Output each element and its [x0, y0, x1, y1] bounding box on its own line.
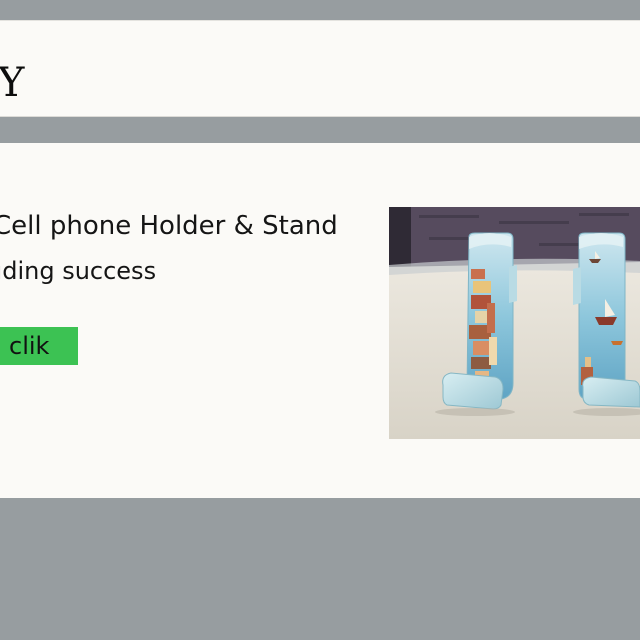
phone-holder-photo [389, 207, 640, 439]
product-panel: Cell phone Holder & Stand uding success … [0, 143, 640, 498]
brand-logo-text: Y [0, 60, 25, 106]
clik-button[interactable]: clik [0, 327, 78, 365]
status-message: uding success [0, 257, 157, 285]
page: Y Cell phone Holder & Stand uding succes… [0, 0, 640, 640]
top-band [0, 0, 640, 20]
product-image [389, 207, 640, 439]
header: Y [0, 20, 640, 117]
footer-band [0, 498, 640, 640]
product-title: Cell phone Holder & Stand [0, 211, 338, 241]
